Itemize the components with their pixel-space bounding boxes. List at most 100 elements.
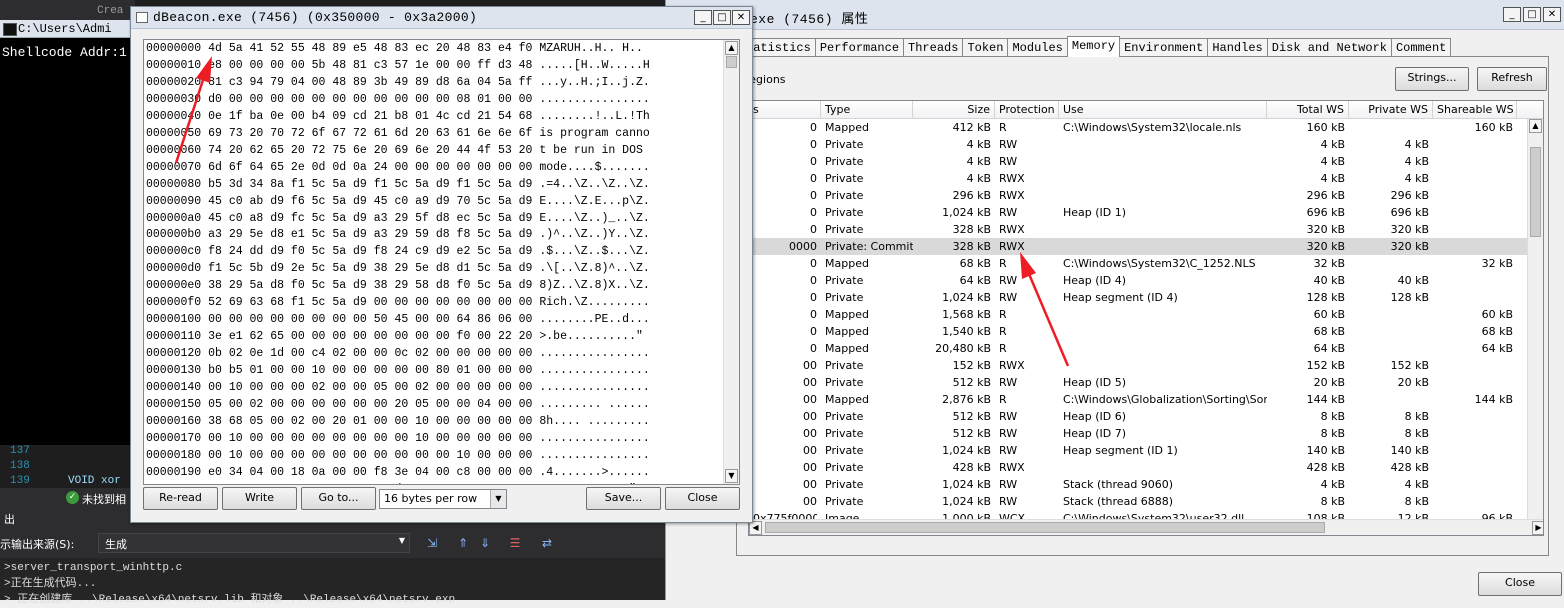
- cell-prot: RWX: [999, 359, 1025, 372]
- table-row[interactable]: 0 Mapped 20,480 kB R 64 kB 64 kB: [749, 340, 1529, 357]
- table-row[interactable]: 00 Private 428 kB RWX 428 kB 428 kB: [749, 459, 1529, 476]
- cell-prot: R: [999, 121, 1007, 134]
- table-row[interactable]: 0 Private 296 kB RWX 296 kB 296 kB: [749, 187, 1529, 204]
- output-source-select[interactable]: 生成 ▼: [98, 533, 410, 553]
- close-window-button[interactable]: ✕: [1543, 7, 1561, 22]
- h-scroll-thumb[interactable]: [765, 522, 1325, 533]
- scroll-right-icon[interactable]: ▶: [1532, 521, 1543, 535]
- cell-total: 428 kB: [1306, 461, 1345, 474]
- properties-title[interactable]: exe (7456) 属性: [666, 0, 1564, 30]
- table-row[interactable]: 0 Private 1,024 kB RW Heap (ID 1) 696 kB 696 k…: [749, 204, 1529, 221]
- table-row[interactable]: 0 Mapped 1,540 kB R 68 kB 68 kB: [749, 323, 1529, 340]
- table-row[interactable]: 00 Private 1,024 kB RW Stack (thread 6888) 8 …: [749, 493, 1529, 510]
- column-header-total-ws[interactable]: Total WS: [1267, 101, 1349, 119]
- close-button[interactable]: Close: [665, 487, 740, 510]
- cell-type: Private: [825, 189, 864, 202]
- table-row[interactable]: 00 Mapped 2,876 kB R C:\Windows\Globalizatio…: [749, 391, 1529, 408]
- refresh-button[interactable]: Refresh: [1477, 67, 1547, 91]
- word-wrap-icon[interactable]: ⇄: [540, 536, 554, 550]
- table-row[interactable]: 0 Private 4 kB RW 4 kB 4 kB: [749, 153, 1529, 170]
- cell-base: 00: [803, 495, 817, 508]
- cell-total: 8 kB: [1320, 427, 1345, 440]
- hex-dump-view[interactable]: 00000000 4d 5a 41 52 55 48 89 e5 48 83 e…: [143, 39, 740, 485]
- cell-base: 0: [810, 308, 817, 321]
- minimize-button[interactable]: _: [1503, 7, 1521, 22]
- memory-regions-table[interactable]: s Type Size Protection Use Total WS Priv…: [748, 100, 1544, 536]
- tab-performance[interactable]: Performance: [814, 38, 905, 57]
- bytes-per-row-select[interactable]: 16 bytes per row ▼: [379, 489, 507, 509]
- table-row[interactable]: 00 Private 512 kB RW Heap (ID 5) 20 kB 20 kB: [749, 374, 1529, 391]
- table-row[interactable]: 0 Mapped 412 kB R C:\Windows\System32\locale…: [749, 119, 1529, 136]
- column-header-base[interactable]: s: [749, 101, 821, 119]
- scroll-up-icon[interactable]: ▲: [1529, 119, 1542, 133]
- hex-line: 000000b0 a3 29 5e d8 e1 5c 5a d9 a3 29 5…: [146, 228, 650, 242]
- cell-base: 0: [810, 172, 817, 185]
- table-row[interactable]: 00 Private 512 kB RW Heap (ID 7) 8 kB 8 kB: [749, 425, 1529, 442]
- table-row[interactable]: 00 Private 152 kB RWX 152 kB 152 kB: [749, 357, 1529, 374]
- cell-use: Stack (thread 6888): [1063, 495, 1174, 508]
- cell-base: 0: [810, 342, 817, 355]
- column-header-type[interactable]: Type: [821, 101, 913, 119]
- table-row[interactable]: 00 Private 1,024 kB RW Heap segment (ID 1) 14…: [749, 442, 1529, 459]
- hex-editor-title[interactable]: dBeacon.exe (7456) (0x350000 - 0x3a2000): [131, 7, 752, 29]
- reread-button[interactable]: Re-read: [143, 487, 218, 510]
- prev-message-icon[interactable]: ⇑: [456, 536, 470, 550]
- write-button[interactable]: Write: [222, 487, 297, 510]
- hex-close-window-button[interactable]: ✕: [732, 10, 750, 25]
- table-row[interactable]: 0 Private 1,024 kB RW Heap segment (ID 4) 128…: [749, 289, 1529, 306]
- console-window[interactable]: C:\Users\Admi Shellcode Addr:1: [0, 20, 135, 445]
- hex-scroll-thumb[interactable]: [726, 56, 737, 68]
- clear-all-icon[interactable]: ☰: [508, 536, 522, 550]
- tab-threads[interactable]: Threads: [903, 38, 964, 57]
- table-row[interactable]: 0 Mapped 68 kB R C:\Windows\System32\C_1252.…: [749, 255, 1529, 272]
- save-button[interactable]: Save...: [586, 487, 661, 510]
- strings-button[interactable]: Strings...: [1395, 67, 1469, 91]
- vertical-scrollbar[interactable]: ▲: [1527, 119, 1543, 519]
- tab-handles[interactable]: Handles: [1207, 38, 1268, 57]
- process-properties-window[interactable]: exe (7456) 属性 _ □ ✕ tatistics Performanc…: [665, 0, 1564, 600]
- column-header-shareable-ws[interactable]: Shareable WS: [1433, 101, 1517, 119]
- hex-editor-window[interactable]: dBeacon.exe (7456) (0x350000 - 0x3a2000)…: [130, 6, 753, 523]
- maximize-button[interactable]: □: [1523, 7, 1541, 22]
- tab-modules[interactable]: Modules: [1007, 38, 1068, 57]
- tab-token[interactable]: Token: [962, 38, 1009, 57]
- hex-line: 000001a0 00 00 00 00 00 00 00 00 00 d0 0…: [146, 482, 650, 484]
- properties-close-button[interactable]: Close: [1478, 572, 1562, 596]
- tab-comment[interactable]: Comment: [1390, 38, 1452, 57]
- scroll-left-icon[interactable]: ◀: [749, 521, 762, 535]
- cell-type: Private: [825, 172, 864, 185]
- cell-private: 320 kB: [1390, 240, 1429, 253]
- table-row[interactable]: 0 Mapped 1,568 kB R 60 kB 60 kB: [749, 306, 1529, 323]
- table-row[interactable]: 00 Private 512 kB RW Heap (ID 6) 8 kB 8 kB: [749, 408, 1529, 425]
- table-row[interactable]: 00 Private 1,024 kB RW Stack (thread 9060) 4 …: [749, 476, 1529, 493]
- column-header-private-ws[interactable]: Private WS: [1349, 101, 1433, 119]
- scroll-up-icon[interactable]: ▲: [725, 41, 738, 55]
- output-line: >正在生成代码...: [4, 578, 97, 590]
- hex-minimize-button[interactable]: _: [694, 10, 712, 25]
- hex-vertical-scrollbar[interactable]: ▲ ▼: [723, 40, 739, 484]
- console-title[interactable]: C:\Users\Admi: [0, 20, 135, 38]
- cell-use: Heap (ID 4): [1063, 274, 1127, 287]
- scroll-thumb[interactable]: [1530, 147, 1541, 237]
- code-editor[interactable]: 137 138 139 VOID xor: [0, 445, 135, 490]
- table-row[interactable]: 0000 Private: Commit 328 kB RWX 320 kB 320 kB: [749, 238, 1529, 255]
- tab-environment[interactable]: Environment: [1119, 38, 1209, 57]
- table-row[interactable]: 0 Private 4 kB RWX 4 kB 4 kB: [749, 170, 1529, 187]
- table-row[interactable]: 0 Private 4 kB RW 4 kB 4 kB: [749, 136, 1529, 153]
- cell-private: 8 kB: [1404, 495, 1429, 508]
- cell-total: 160 kB: [1306, 121, 1345, 134]
- table-row[interactable]: 0 Private 64 kB RW Heap (ID 4) 40 kB 40 kB: [749, 272, 1529, 289]
- column-header-size[interactable]: Size: [913, 101, 995, 119]
- scroll-down-icon[interactable]: ▼: [725, 469, 738, 483]
- tab-memory[interactable]: Memory: [1066, 36, 1121, 57]
- column-header-protection[interactable]: Protection: [995, 101, 1059, 119]
- hex-line: 00000140 00 10 00 00 00 02 00 00 05 00 0…: [146, 381, 650, 395]
- find-message-icon[interactable]: ⇲: [425, 536, 439, 550]
- hex-maximize-button[interactable]: □: [713, 10, 731, 25]
- goto-button[interactable]: Go to...: [301, 487, 376, 510]
- next-message-icon[interactable]: ⇓: [478, 536, 492, 550]
- tab-disk-and-network[interactable]: Disk and Network: [1266, 38, 1392, 57]
- table-row[interactable]: 0 Private 328 kB RWX 320 kB 320 kB: [749, 221, 1529, 238]
- horizontal-scrollbar[interactable]: ◀ ▶: [749, 519, 1543, 535]
- column-header-use[interactable]: Use: [1059, 101, 1267, 119]
